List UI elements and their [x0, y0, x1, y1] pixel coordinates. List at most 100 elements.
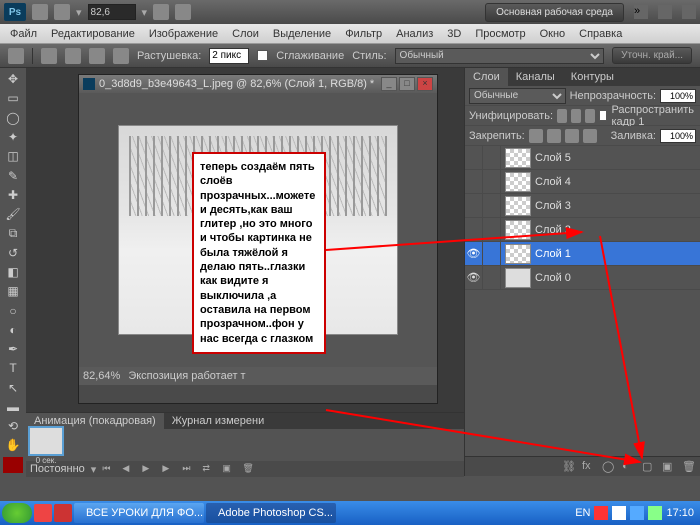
- layer-row[interactable]: 👁Слой 0: [465, 266, 700, 290]
- layer-thumbnail[interactable]: [505, 196, 531, 216]
- layer-thumbnail[interactable]: [505, 172, 531, 192]
- menu-view[interactable]: Просмотр: [469, 26, 531, 42]
- move-tool[interactable]: ✥: [2, 70, 24, 88]
- visibility-toggle[interactable]: 👁: [465, 242, 483, 266]
- doc-close-button[interactable]: ×: [417, 77, 433, 91]
- menu-filter[interactable]: Фильтр: [339, 26, 388, 42]
- layer-link-col[interactable]: [483, 146, 501, 170]
- hand-icon[interactable]: [153, 4, 169, 20]
- zoom-input[interactable]: [88, 4, 136, 20]
- layer-row[interactable]: 👁Слой 1: [465, 242, 700, 266]
- layer-row[interactable]: Слой 5: [465, 146, 700, 170]
- expand-icon[interactable]: [682, 5, 696, 19]
- opera-icon[interactable]: [34, 504, 52, 522]
- wand-tool[interactable]: ✦: [2, 128, 24, 146]
- tray-icon[interactable]: [648, 506, 662, 520]
- new-frame-button[interactable]: ▣: [222, 463, 236, 475]
- prev-frame-button[interactable]: ◀: [122, 463, 136, 475]
- tray-icon[interactable]: [630, 506, 644, 520]
- bridge-icon[interactable]: [32, 4, 48, 20]
- new-selection-icon[interactable]: [41, 48, 57, 64]
- last-frame-button[interactable]: ⏭: [182, 463, 196, 475]
- menu-select[interactable]: Выделение: [267, 26, 337, 42]
- layer-row[interactable]: Слой 2: [465, 218, 700, 242]
- tween-button[interactable]: ⇄: [202, 463, 216, 475]
- menu-analysis[interactable]: Анализ: [390, 26, 439, 42]
- animation-frame-1[interactable]: [28, 426, 64, 456]
- next-frame-button[interactable]: ▶: [162, 463, 176, 475]
- lock-transparency-icon[interactable]: [529, 129, 543, 143]
- screen-mode-icon[interactable]: [54, 4, 70, 20]
- taskbar-item-2[interactable]: Adobe Photoshop CS...: [206, 503, 336, 523]
- menu-help[interactable]: Справка: [573, 26, 628, 42]
- visibility-toggle[interactable]: 👁: [465, 266, 483, 290]
- menu-edit[interactable]: Редактирование: [45, 26, 141, 42]
- taskbar-item-1[interactable]: ВСЕ УРОКИ ДЛЯ ФО...: [74, 503, 204, 523]
- lock-all-icon[interactable]: [583, 129, 597, 143]
- workspace-switcher[interactable]: Основная рабочая среда: [485, 3, 624, 22]
- zoom-icon[interactable]: [175, 4, 191, 20]
- layer-row[interactable]: Слой 3: [465, 194, 700, 218]
- loop-select[interactable]: Постоянно: [30, 463, 85, 475]
- minimize-icon[interactable]: »: [634, 5, 648, 19]
- unify-visibility-icon[interactable]: [571, 109, 581, 123]
- unify-style-icon[interactable]: [585, 109, 595, 123]
- visibility-toggle[interactable]: [465, 218, 483, 242]
- tab-measurements[interactable]: Журнал измерени: [164, 413, 273, 429]
- doc-zoom[interactable]: 82,64%: [83, 370, 120, 382]
- foreground-color[interactable]: [2, 456, 24, 474]
- layer-thumbnail[interactable]: [505, 220, 531, 240]
- fx-icon[interactable]: fx: [582, 460, 596, 474]
- new-layer-icon[interactable]: ▣: [662, 460, 676, 474]
- menu-window[interactable]: Окно: [534, 26, 572, 42]
- heal-tool[interactable]: ✚: [2, 186, 24, 204]
- app-icon[interactable]: [54, 504, 72, 522]
- visibility-toggle[interactable]: [465, 170, 483, 194]
- history-brush-tool[interactable]: ↺: [2, 244, 24, 262]
- layer-thumbnail[interactable]: [505, 148, 531, 168]
- mask-icon[interactable]: ◯: [602, 460, 616, 474]
- refine-edge-button[interactable]: Уточн. край...: [612, 47, 692, 64]
- visibility-toggle[interactable]: [465, 194, 483, 218]
- layer-link-col[interactable]: [483, 170, 501, 194]
- document-titlebar[interactable]: 0_3d8d9_b3e49643_L.jpeg @ 82,6% (Слой 1,…: [79, 75, 437, 93]
- play-button[interactable]: ▶: [142, 463, 156, 475]
- marquee-tool[interactable]: ▭: [2, 89, 24, 107]
- layer-thumbnail[interactable]: [505, 244, 531, 264]
- link-layers-icon[interactable]: ⛓: [562, 460, 576, 474]
- tray-avira-icon[interactable]: [594, 506, 608, 520]
- opacity-input[interactable]: [660, 89, 696, 103]
- gradient-tool[interactable]: ▦: [2, 282, 24, 300]
- 3d-tool[interactable]: ⟲: [2, 417, 24, 435]
- crop-tool[interactable]: ◫: [2, 147, 24, 165]
- tab-paths[interactable]: Контуры: [563, 68, 622, 86]
- antialias-checkbox[interactable]: [257, 50, 268, 61]
- first-frame-button[interactable]: ⏮: [102, 463, 116, 475]
- menu-file[interactable]: Файл: [4, 26, 43, 42]
- lasso-tool[interactable]: ◯: [2, 109, 24, 127]
- brush-tool[interactable]: 🖌: [2, 205, 24, 223]
- visibility-toggle[interactable]: [465, 146, 483, 170]
- shape-tool[interactable]: ▬: [2, 398, 24, 416]
- group-icon[interactable]: ▢: [642, 460, 656, 474]
- csLive-icon[interactable]: [658, 5, 672, 19]
- tray-icon[interactable]: [612, 506, 626, 520]
- delete-layer-icon[interactable]: 🗑: [682, 460, 696, 474]
- dodge-tool[interactable]: ◐: [2, 321, 24, 339]
- stamp-tool[interactable]: ⧉: [2, 224, 24, 242]
- tab-channels[interactable]: Каналы: [508, 68, 563, 86]
- start-button[interactable]: [2, 503, 32, 523]
- eraser-tool[interactable]: ◧: [2, 263, 24, 281]
- eyedropper-tool[interactable]: ✎: [2, 166, 24, 184]
- clock[interactable]: 17:10: [666, 507, 694, 519]
- adjustment-icon[interactable]: ◐: [622, 460, 636, 474]
- hand-tool[interactable]: ✋: [2, 436, 24, 454]
- path-tool[interactable]: ↖: [2, 379, 24, 397]
- layer-link-col[interactable]: [483, 194, 501, 218]
- layer-link-col[interactable]: [483, 266, 501, 290]
- add-selection-icon[interactable]: [65, 48, 81, 64]
- doc-minimize-button[interactable]: _: [381, 77, 397, 91]
- lock-pixels-icon[interactable]: [547, 129, 561, 143]
- menu-layers[interactable]: Слои: [226, 26, 265, 42]
- marquee-tool-preset-icon[interactable]: [8, 48, 24, 64]
